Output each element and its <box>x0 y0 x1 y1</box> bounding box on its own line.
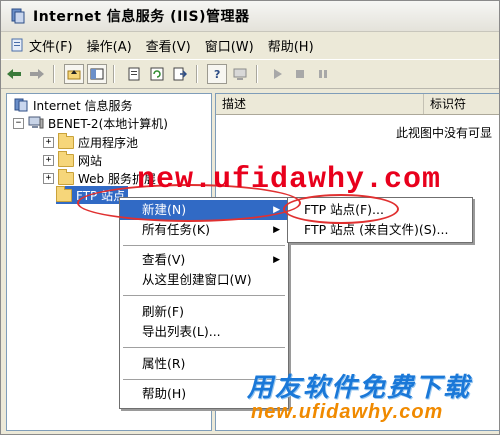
menu-item-label: 刷新(F) <box>142 304 184 319</box>
forward-icon[interactable] <box>27 64 47 84</box>
toolbar-separator <box>196 65 198 83</box>
menu-separator <box>123 347 285 348</box>
collapse-icon[interactable]: − <box>13 117 24 129</box>
menu-item-label: 导出列表(L)... <box>142 324 221 339</box>
column-header-identifier[interactable]: 标识符 <box>424 94 499 114</box>
menu-window[interactable]: 窗口(W) <box>205 36 254 55</box>
tree-node-label: 应用程序池 <box>78 135 139 150</box>
submenu-arrow-icon: ▶ <box>273 225 280 235</box>
toolbar-separator <box>53 65 55 83</box>
menu-view[interactable]: 查看(V) <box>146 36 191 55</box>
menu-item-label: 所有任务(K) <box>142 222 210 237</box>
menu-file[interactable]: 文件(F) <box>9 36 73 55</box>
menu-item-new-window[interactable]: 从这里创建窗口(W) <box>120 270 288 290</box>
menu-window-label: 窗口(W) <box>204 39 254 55</box>
menu-item-label: 属性(R) <box>142 356 186 371</box>
menu-item-export-list[interactable]: 导出列表(L)... <box>120 322 288 342</box>
pause-icon[interactable] <box>313 64 333 84</box>
menu-action[interactable]: 操作(A) <box>87 36 132 55</box>
menu-item-all-tasks[interactable]: 所有任务(K) ▶ <box>120 220 288 240</box>
tree-server[interactable]: − BENET-2(本地计算机) <box>13 114 168 132</box>
refresh-icon[interactable] <box>147 64 167 84</box>
expand-icon[interactable]: + <box>43 172 54 184</box>
iis-manager-window: Internet 信息服务 (IIS)管理器 文件(F) 操作(A) 查看(V)… <box>0 0 500 435</box>
menu-file-label: 文件(F) <box>29 39 73 55</box>
up-icon[interactable] <box>64 64 84 84</box>
iis-app-icon <box>9 7 27 25</box>
menu-view-label: 查看(V) <box>145 39 191 55</box>
computer-icon <box>28 116 44 130</box>
expand-icon[interactable]: + <box>43 136 54 148</box>
tree-node-websites[interactable]: + 网站 <box>43 150 103 169</box>
iis-root-icon <box>13 98 29 112</box>
menu-separator <box>123 295 285 296</box>
menu-item-view[interactable]: 查看(V) ▶ <box>120 250 288 270</box>
folder-icon <box>58 132 74 149</box>
folder-icon <box>56 185 72 202</box>
menu-separator <box>123 245 285 246</box>
list-header: 描述 标识符 <box>216 94 499 115</box>
menu-bar: 文件(F) 操作(A) 查看(V) 窗口(W) 帮助(H) <box>1 32 499 58</box>
tree-server-label: BENET-2(本地计算机) <box>48 116 168 131</box>
menu-item-label: 从这里创建窗口(W) <box>142 272 252 287</box>
annotation-oval-ftp-site <box>283 194 399 224</box>
tree-node-app-pools[interactable]: + 应用程序池 <box>43 132 139 151</box>
toolbar: ? <box>1 59 499 89</box>
properties-icon[interactable] <box>124 64 144 84</box>
folder-icon <box>58 150 74 167</box>
menu-item-label: 查看(V) <box>142 252 186 267</box>
toolbar-separator <box>256 65 258 83</box>
submenu-item-ftp-site-from-file[interactable]: FTP 站点 (来自文件)(S)... <box>288 220 472 240</box>
column-header-description[interactable]: 描述 <box>216 94 424 114</box>
menu-item-label: 帮助(H) <box>142 386 187 401</box>
watermark-url-top: new.ufidawhy.com <box>137 163 442 197</box>
help-icon[interactable]: ? <box>207 64 227 84</box>
expand-icon[interactable]: + <box>43 154 54 166</box>
submenu-arrow-icon: ▶ <box>273 255 280 265</box>
watermark-url-bottom: new.ufidawhy.com <box>251 401 444 423</box>
watermark-banner: 用友软件免费下载 <box>247 373 472 403</box>
title-bar: Internet 信息服务 (IIS)管理器 <box>1 1 499 32</box>
export-icon[interactable] <box>170 64 190 84</box>
tree-root-label: Internet 信息服务 <box>33 98 133 113</box>
stop-icon[interactable] <box>290 64 310 84</box>
show-tree-icon[interactable] <box>87 64 107 84</box>
play-icon[interactable] <box>267 64 287 84</box>
empty-view-message: 此视图中没有可显 <box>396 126 493 140</box>
menu-help-label: 帮助(H) <box>267 39 314 55</box>
tree-node-label: 网站 <box>78 153 103 168</box>
menu-action-label: 操作(A) <box>86 39 132 55</box>
computer-icon[interactable] <box>230 64 250 84</box>
toolbar-separator <box>113 65 115 83</box>
file-icon <box>9 37 25 53</box>
svg-text:?: ? <box>214 68 220 81</box>
menu-item-refresh[interactable]: 刷新(F) <box>120 302 288 322</box>
tree-root[interactable]: Internet 信息服务 <box>13 96 132 114</box>
window-title: Internet 信息服务 (IIS)管理器 <box>33 9 250 25</box>
folder-icon <box>58 168 74 185</box>
menu-help[interactable]: 帮助(H) <box>268 36 314 55</box>
back-icon[interactable] <box>4 64 24 84</box>
